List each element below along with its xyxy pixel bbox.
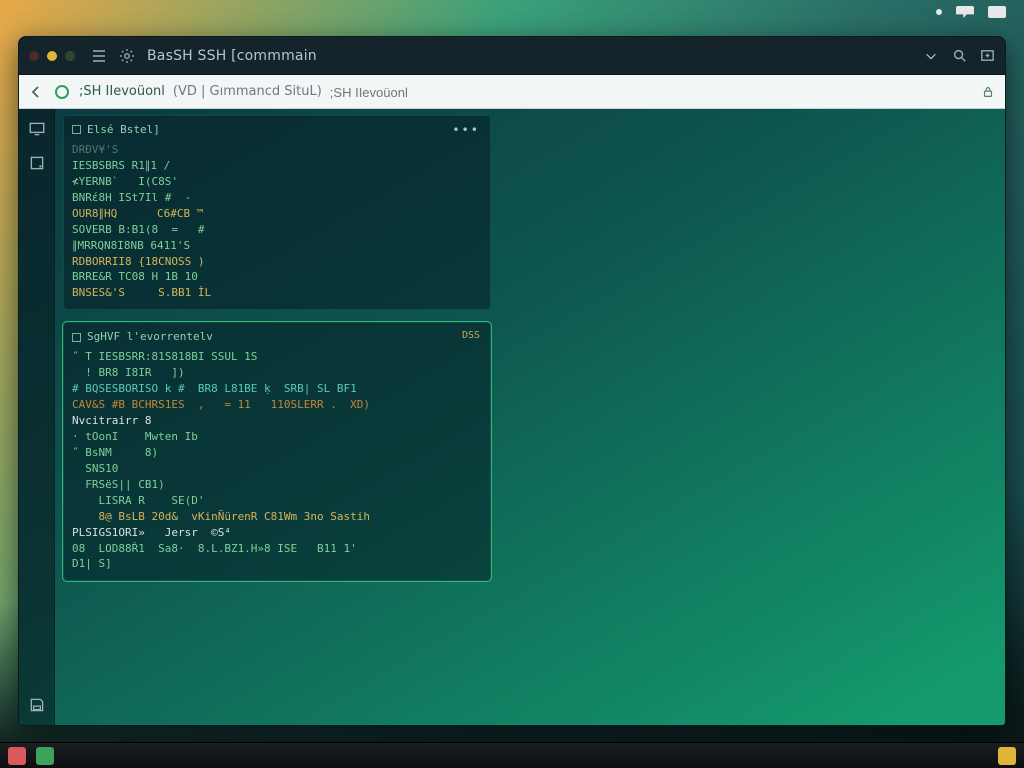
pane-marker-icon	[72, 333, 81, 342]
window-body: ••• Elsé Bstel] DRÐV¥'S IESBSBRS R1∥1 / …	[19, 109, 1005, 725]
pane-1-header: Elsé Bstel]	[72, 122, 480, 138]
search-icon[interactable]	[951, 48, 967, 64]
taskbar	[0, 742, 1024, 768]
term-line: D1| S]	[72, 556, 480, 572]
term-line: ≮YERNB` I(C8S'	[72, 174, 480, 190]
term-line: DRÐV¥'S	[72, 142, 480, 158]
terminal-pane-2[interactable]: DSS SgHVF l'evorrentelv ˝ T IESBSRR:81S8…	[63, 322, 491, 581]
term-line: 08 LOD88Ŕ1 Sa8· 8.L.BZ1.H»8 ISE B11 1'	[72, 541, 480, 557]
pane-1-output: DRÐV¥'S IESBSBRS R1∥1 / ≮YERNB` I(C8S' B…	[72, 142, 480, 301]
disk-icon[interactable]	[27, 153, 47, 173]
gear-icon[interactable]	[119, 48, 135, 64]
hamburger-menu-icon[interactable]	[91, 48, 107, 64]
close-window-icon[interactable]	[29, 51, 39, 61]
address-bar: ;SH IIevoüonl (VD | Gımmancd SituL)	[19, 75, 1005, 109]
monitor-icon[interactable]	[27, 119, 47, 139]
term-line: LISRA R SE(D'	[72, 493, 480, 509]
pane-1-title: Elsé Bstel]	[87, 122, 160, 138]
term-line: 8@ BsLB 20d& vKinÑürenR C81Wm 3no Sastih	[72, 509, 480, 525]
term-line: IESBSBRS R1∥1 /	[72, 158, 480, 174]
activity-rail	[19, 109, 55, 725]
term-line: ˝ BsNM 8)	[72, 445, 480, 461]
secure-circle-icon	[53, 83, 71, 101]
chevron-down-icon[interactable]	[923, 48, 939, 64]
pane-menu-icon[interactable]: •••	[452, 122, 480, 139]
pane-2-badge: DSS	[462, 329, 480, 344]
window-title: BasSH SSH [commmain	[147, 48, 317, 64]
term-line: # BQSESBORISO k # BR8 L81BE ḳ SRB| SL BF…	[72, 381, 480, 397]
term-line: BRRE&R TC08 H 1B 10	[72, 269, 480, 285]
term-line: FRSëS|| CB1)	[72, 477, 480, 493]
taskbar-app-b[interactable]	[36, 747, 54, 765]
window-controls	[29, 51, 75, 61]
pane-2-output: ˝ T IESBSRR:81S818BI SSUL 1S ! BR8 I8IR …	[72, 349, 480, 572]
system-tray	[936, 6, 1006, 18]
pane-2-header: SgHVF l'evorrentelv	[72, 329, 480, 345]
pane-marker-icon	[72, 125, 81, 134]
pane-2-title: SgHVF l'evorrentelv	[87, 329, 213, 345]
term-line: SNS10	[72, 461, 480, 477]
back-icon[interactable]	[27, 83, 45, 101]
taskbar-app-a[interactable]	[8, 747, 26, 765]
taskbar-notes[interactable]	[998, 747, 1016, 765]
terminal-window: BasSH SSH [commmain ;SH IIevoüonl (VD | …	[18, 36, 1006, 726]
terminal-pane-1[interactable]: ••• Elsé Bstel] DRÐV¥'S IESBSBRS R1∥1 / …	[63, 115, 491, 310]
status-dot-icon	[936, 9, 942, 15]
term-line: BNRέ8H ISt7Il # -	[72, 190, 480, 206]
term-line: Nvcitrairr 8	[72, 413, 480, 429]
term-line: OUR8∥HQ C6#CB ™	[72, 206, 480, 222]
address-segment-b: (VD | Gımmancd SituL)	[173, 84, 322, 99]
window-titlebar: BasSH SSH [commmain	[19, 37, 1005, 75]
lock-icon[interactable]	[979, 83, 997, 101]
term-line: SOVERB B:B1(8 = #	[72, 222, 480, 238]
address-segment-a: ;SH IIevoüonl	[79, 84, 165, 99]
save-icon[interactable]	[27, 695, 47, 715]
chat-indicator-icon[interactable]	[956, 6, 974, 18]
term-line: BNSES&'S S.BB1 ÌL	[72, 285, 480, 301]
term-line: RDBORRII8 {18CNOSS )	[72, 254, 480, 270]
term-line: ˝ T IESBSRR:81S818BI SSUL 1S	[72, 349, 480, 365]
address-input[interactable]	[330, 85, 971, 100]
editor-area: ••• Elsé Bstel] DRÐV¥'S IESBSBRS R1∥1 / …	[55, 109, 1005, 725]
term-line: ! BR8 I8IR ])	[72, 365, 480, 381]
term-line: · tOonI Mwten Ib	[72, 429, 480, 445]
term-line: CAV&S #B BCHRS1ES , = 11 110SLERR . XD)	[72, 397, 480, 413]
maximize-window-icon[interactable]	[65, 51, 75, 61]
screen-indicator-icon[interactable]	[988, 6, 1006, 18]
term-line: PLSIGS1ORI» Jersr ©S⁴	[72, 525, 480, 541]
new-tab-icon[interactable]	[979, 48, 995, 64]
minimize-window-icon[interactable]	[47, 51, 57, 61]
term-line: ∥MRRQN8I8NB 6411'S	[72, 238, 480, 254]
